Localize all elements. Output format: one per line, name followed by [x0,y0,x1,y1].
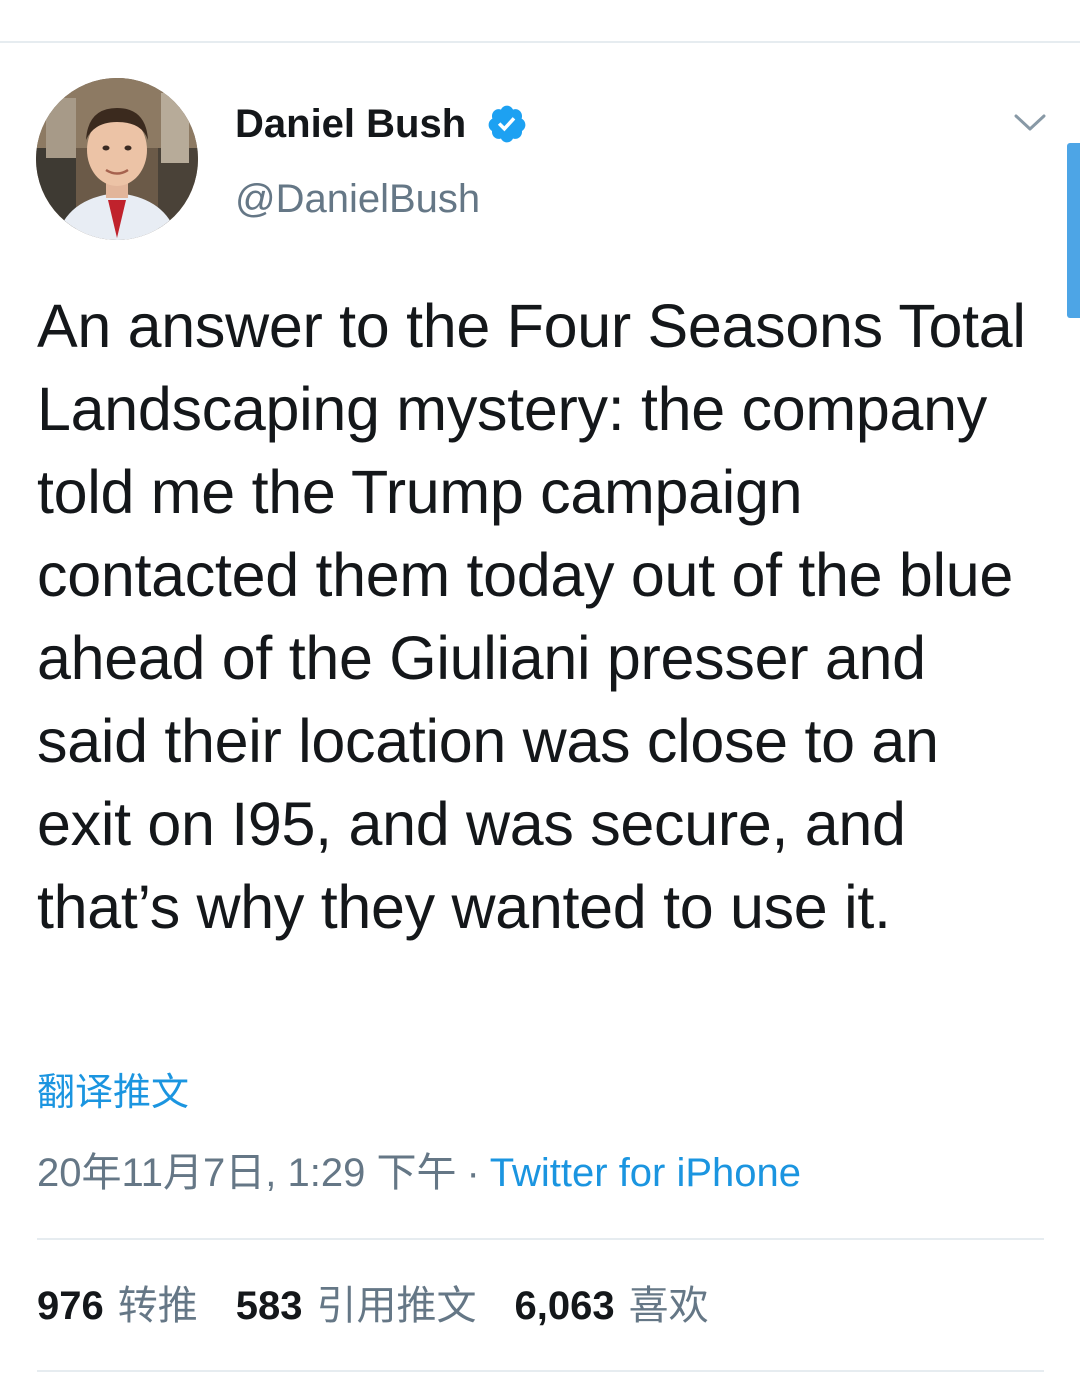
avatar-photo [36,78,198,240]
avatar[interactable] [36,78,198,240]
tweet-source-link[interactable]: Twitter for iPhone [490,1151,801,1195]
translate-tweet-link[interactable]: 翻译推文 [37,1070,189,1116]
quotes-count: 583 [235,1284,303,1328]
tweet-text: An answer to the Four Seasons Total Land… [37,292,1026,941]
divider [37,1238,1044,1240]
tweet-timestamp[interactable]: 20年11月7日, 1:29 下午 [37,1151,456,1195]
author-name[interactable]: Daniel Bush [235,100,466,148]
likes-count: 6,063 [514,1284,615,1328]
tweet-options-button[interactable] [1005,100,1055,145]
divider [37,1370,1044,1372]
author-handle[interactable]: @DanielBush [235,175,480,223]
quotes-label: 引用推文 [316,1284,477,1328]
tweet-meta: 20年11月7日, 1:29 下午 · Twitter for iPhone [37,1149,801,1197]
chevron-down-icon [1014,114,1046,130]
verified-badge-icon [486,103,528,145]
likes-stat[interactable]: 6,063 喜欢 [515,1282,709,1330]
retweets-count: 976 [37,1284,104,1328]
tweet-stats: 976 转推 583 引用推文 6,063 喜欢 [37,1282,747,1330]
top-divider [0,41,1080,43]
scrollbar[interactable] [1067,143,1080,318]
retweets-stat[interactable]: 976 转推 [37,1282,198,1330]
meta-separator: · [466,1151,480,1195]
quotes-stat[interactable]: 583 引用推文 [236,1282,477,1330]
retweets-label: 转推 [117,1284,198,1328]
likes-label: 喜欢 [628,1284,709,1328]
